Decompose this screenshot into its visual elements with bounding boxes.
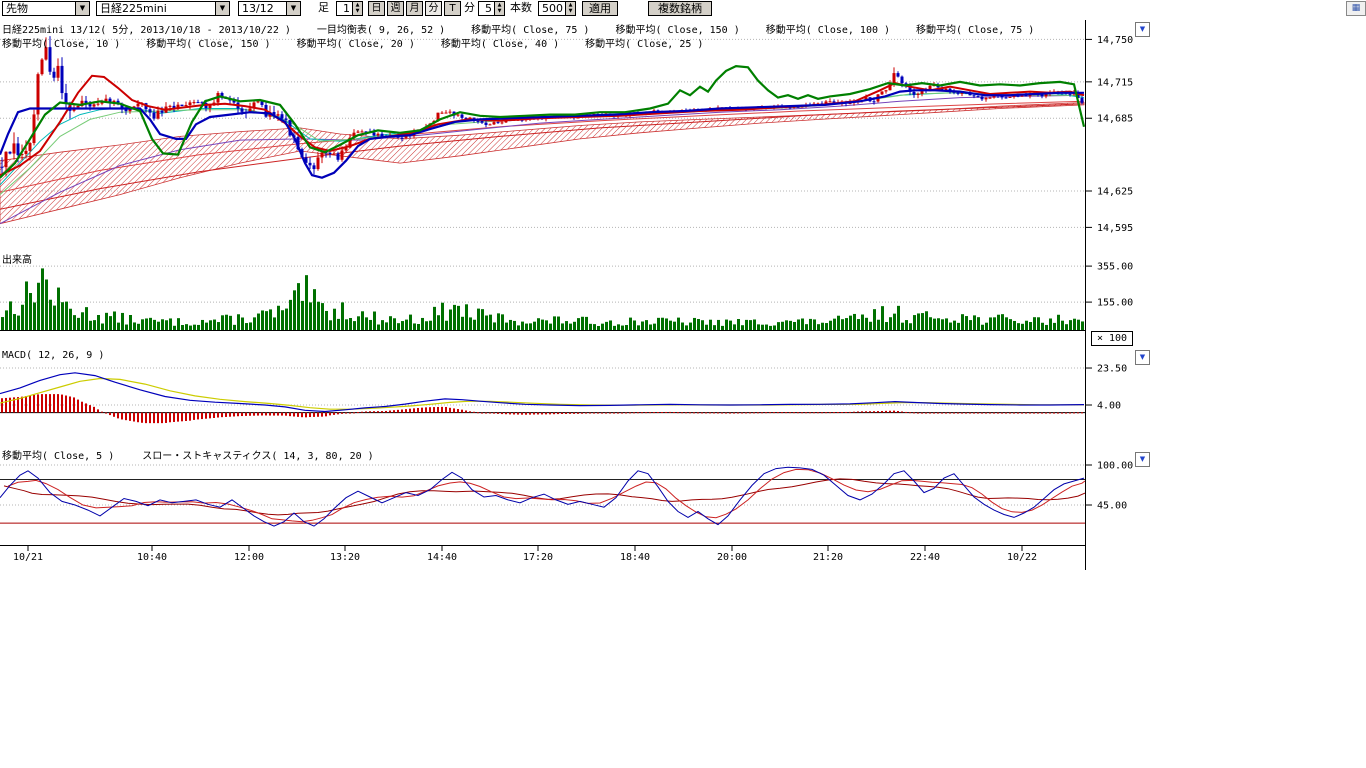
contract-month-value: 13/12	[239, 2, 286, 15]
toolbar: 先物 ▼ 日経225mini ▼ 13/12 ▼ 足 1 ▲▼ 日週月分T 分 …	[0, 0, 1366, 17]
stochastics-series	[0, 467, 1085, 526]
stoch-label: スロー・ストキャスティクス( 14, 3, 80, 20 )	[142, 447, 373, 462]
stoch-ma-label: 移動平均( Close, 5 )	[2, 447, 114, 462]
period-button-group: 日週月分T	[368, 1, 461, 16]
minute-value: 5	[479, 2, 494, 15]
cloud-area	[0, 103, 1084, 224]
stoch-k-line	[0, 467, 1084, 526]
legend-item: 移動平均( Close, 100 )	[766, 21, 890, 36]
multi-symbol-button[interactable]: 複数銘柄	[648, 1, 712, 16]
x-axis-label: 13:20	[330, 552, 360, 563]
legend-item: 移動平均( Close, 75 )	[471, 21, 589, 36]
spinner-down-icon[interactable]: ▼	[495, 8, 504, 14]
period-button-minute[interactable]: 分	[425, 1, 442, 16]
interval-spinner[interactable]: 1 ▲▼	[336, 1, 363, 16]
y-axis-label: 14,715	[1097, 77, 1133, 88]
y-axis-label: 45.00	[1097, 501, 1127, 512]
spinner-down-icon[interactable]: ▼	[566, 8, 575, 14]
y-axis-label: 14,685	[1097, 114, 1133, 125]
period-button-month[interactable]: 月	[406, 1, 423, 16]
contract-month-select[interactable]: 13/12 ▼	[238, 1, 301, 16]
market-select-value: 先物	[3, 2, 75, 15]
macd-series	[0, 373, 1085, 423]
y-axis-label: 23.50	[1097, 364, 1127, 375]
x-axis-label: 17:20	[523, 552, 553, 563]
x-axis-label: 10:40	[137, 552, 167, 563]
bar-count-value: 500	[539, 2, 565, 15]
y-axis-label: 355.00	[1097, 262, 1133, 273]
x-axis-label: 12:00	[234, 552, 264, 563]
x-axis-label: 18:40	[620, 552, 650, 563]
volume-multiplier-box: × 100	[1091, 331, 1133, 346]
stoch-panel-legend: 移動平均( Close, 5 ) スロー・ストキャスティクス( 14, 3, 8…	[2, 447, 374, 462]
legend-item: 移動平均( Close, 10 )	[2, 35, 120, 50]
legend-item: 移動平均( Close, 25 )	[585, 35, 703, 50]
y-axis-label: 14,750	[1097, 35, 1133, 46]
interval-value: 1	[337, 2, 352, 15]
chevron-down-icon[interactable]: ▼	[215, 2, 229, 15]
y-axis-label: 4.00	[1097, 401, 1121, 412]
spinner-arrows-icon[interactable]: ▲▼	[565, 2, 575, 15]
period-button-week[interactable]: 週	[387, 1, 404, 16]
window-layout-icon[interactable]: ▦	[1346, 1, 1366, 16]
bar-count-spinner[interactable]: 500 ▲▼	[538, 1, 576, 16]
macd-panel-label: MACD( 12, 26, 9 )	[2, 350, 104, 361]
legend-item: 移動平均( Close, 150 )	[615, 21, 739, 36]
spinner-down-icon[interactable]: ▼	[353, 8, 362, 14]
axes: 14,750 14,715 14,685 14,625 14,595 355.00 155.…	[0, 20, 1133, 570]
chevron-down-icon[interactable]: ▼	[286, 2, 300, 15]
bar-type-label: 足	[318, 1, 329, 16]
symbol-select[interactable]: 日経225mini ▼	[96, 1, 230, 16]
apply-button[interactable]: 適用	[582, 1, 618, 16]
volume-bars	[0, 268, 1085, 330]
x-axis-label: 20:00	[717, 552, 747, 563]
ichimoku-cloud	[0, 103, 1084, 224]
minute-spinner[interactable]: 5 ▲▼	[478, 1, 505, 16]
symbol-select-value: 日経225mini	[97, 2, 215, 15]
x-axis-label: 10/22	[1007, 552, 1037, 563]
legend-item: 移動平均( Close, 150 )	[146, 35, 270, 50]
macd-panel-indicator-dropdown[interactable]: ▼	[1135, 350, 1150, 365]
x-axis-label: 10/21	[13, 552, 43, 563]
price-panel-indicator-dropdown[interactable]: ▼	[1135, 22, 1150, 37]
chevron-down-icon[interactable]: ▼	[75, 2, 89, 15]
bar-count-label: 本数	[510, 1, 532, 16]
chart-canvas[interactable]: 14,750 14,715 14,685 14,625 14,595 355.00 155.…	[0, 0, 1366, 768]
y-axis-label: 14,625	[1097, 187, 1133, 198]
x-axis-label: 22:40	[910, 552, 940, 563]
x-axis-label: 14:40	[427, 552, 457, 563]
macd-line	[0, 373, 1084, 412]
legend-item: 日経225mini 13/12( 5分, 2013/10/18 - 2013/1…	[2, 21, 291, 36]
legend-item: 移動平均( Close, 20 )	[297, 35, 415, 50]
period-button-day[interactable]: 日	[368, 1, 385, 16]
period-button-tick[interactable]: T	[444, 1, 461, 16]
spinner-arrows-icon[interactable]: ▲▼	[494, 2, 504, 15]
y-axis-label: 14,595	[1097, 223, 1133, 234]
legend-item: 移動平均( Close, 75 )	[916, 21, 1034, 36]
x-axis-label: 21:20	[813, 552, 843, 563]
legend-line1: 日経225mini 13/12( 5分, 2013/10/18 - 2013/1…	[2, 21, 1034, 36]
volume-panel-label: 出来高	[2, 251, 32, 266]
spinner-arrows-icon[interactable]: ▲▼	[352, 2, 362, 15]
legend-line2: 移動平均( Close, 10 ) 移動平均( Close, 150 ) 移動平均(…	[2, 35, 703, 50]
legend-item: 移動平均( Close, 40 )	[441, 35, 559, 50]
unit-label: 分	[464, 1, 475, 16]
stoch-ma-line	[4, 479, 1085, 515]
y-axis-label: 155.00	[1097, 298, 1133, 309]
legend-item: 一目均衡表( 9, 26, 52 )	[317, 21, 445, 36]
market-select[interactable]: 先物 ▼	[2, 1, 90, 16]
y-axis-label: 100.00	[1097, 461, 1133, 472]
stoch-panel-indicator-dropdown[interactable]: ▼	[1135, 452, 1150, 467]
